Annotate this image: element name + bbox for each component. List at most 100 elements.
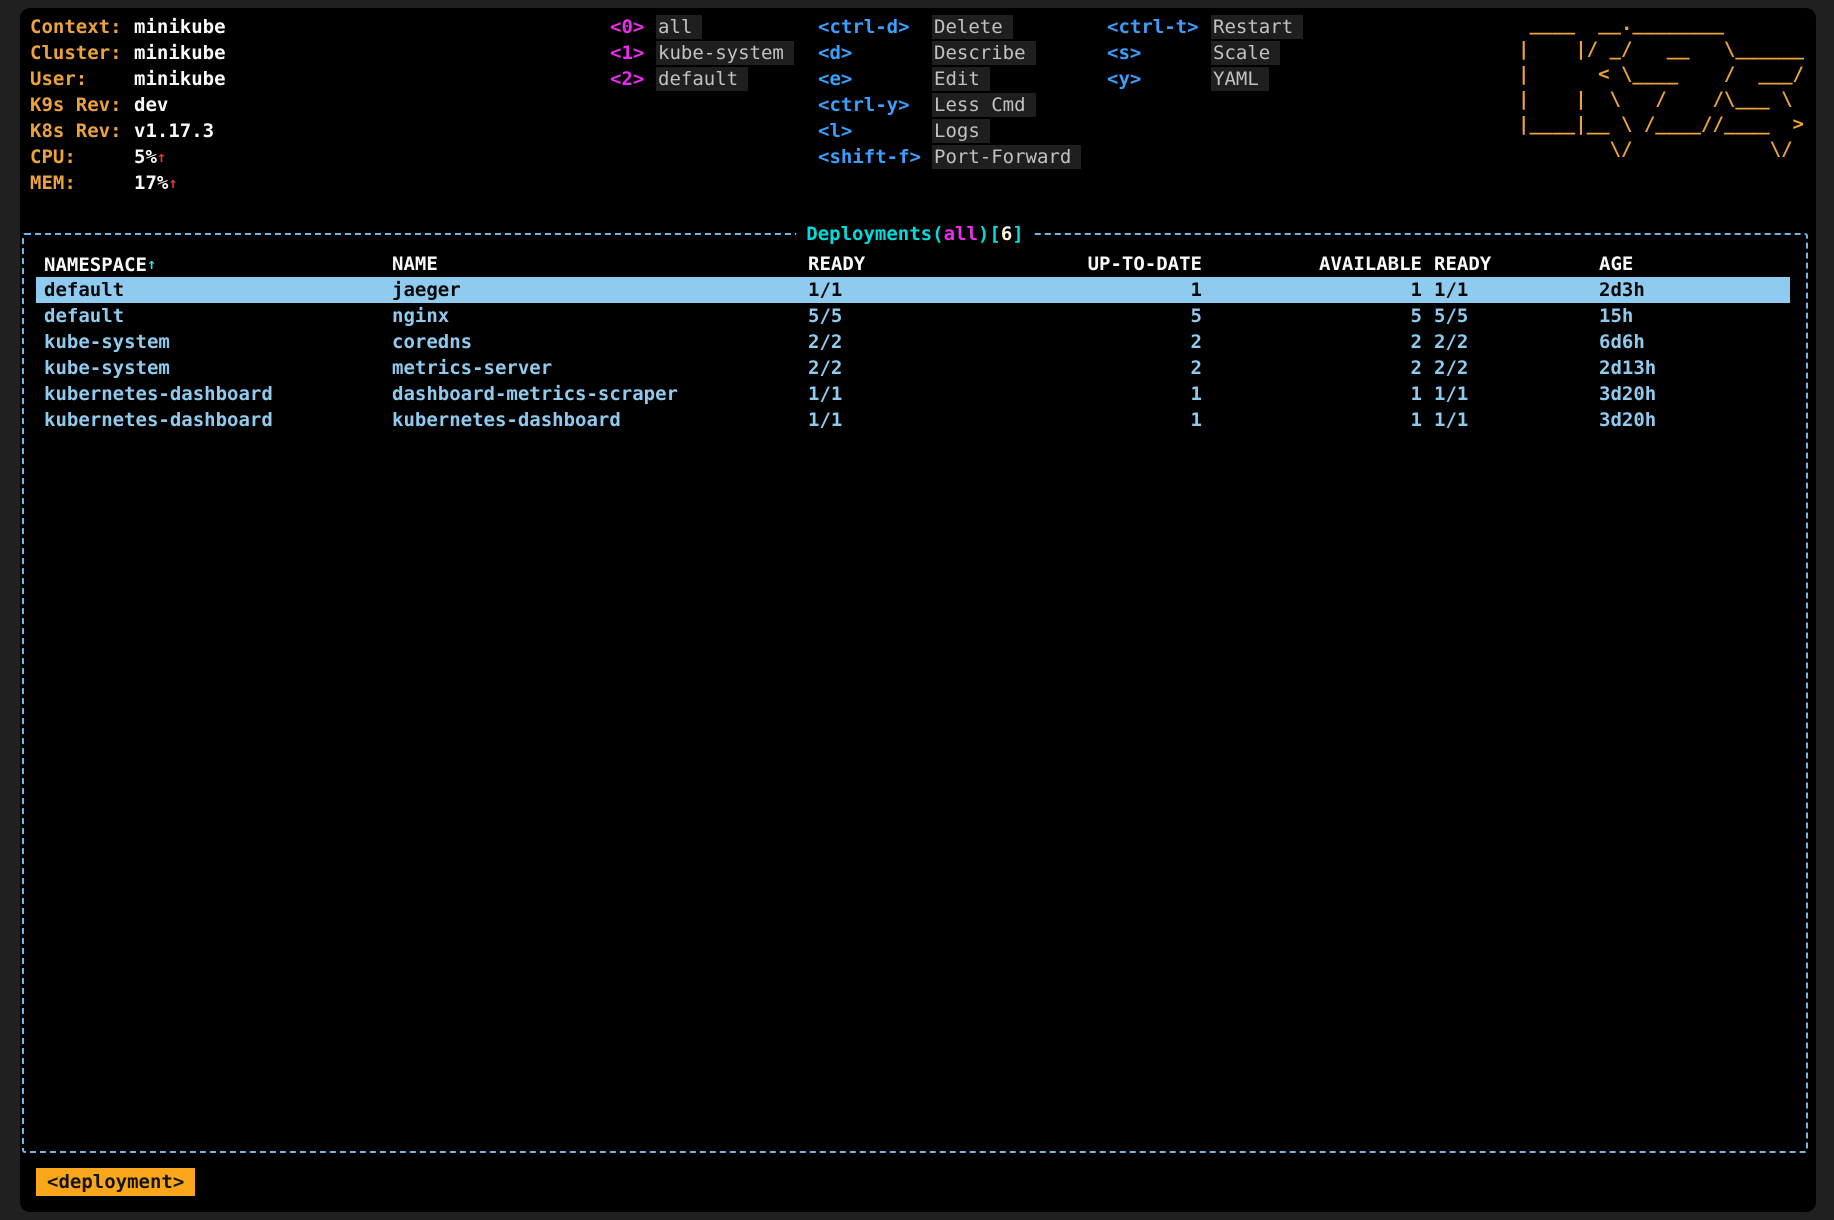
shortcut-logs: <l>Logs (818, 118, 1081, 144)
info-row-cpu: CPU:5%↑ (30, 144, 226, 170)
cell-name: jaeger (392, 277, 808, 303)
cell-available: 5 (1202, 303, 1422, 329)
hotkey: <shift-f> (818, 144, 932, 170)
cell-available: 2 (1202, 355, 1422, 381)
logo-line: | |/ _/ __ \______ (1518, 37, 1804, 62)
cell-ready-2: 2/2 (1422, 355, 1599, 381)
cell-age: 3d20h (1599, 381, 1790, 407)
title-punct: [ (989, 223, 1000, 245)
column-header-age[interactable]: AGE (1599, 251, 1790, 277)
info-value: dev (134, 94, 168, 116)
column-header-ready-2[interactable]: READY (1422, 251, 1599, 277)
shortcut-label: Logs (932, 119, 990, 143)
hotkey: <ctrl-d> (818, 14, 932, 40)
cell-ready-2: 1/1 (1422, 277, 1599, 303)
table-row[interactable]: kubernetes-dashboard kubernetes-dashboar… (36, 407, 1790, 433)
cluster-info-panel: Context:minikube Cluster:minikube User:m… (30, 14, 226, 196)
table-row[interactable]: default nginx 5/5 5 5 5/5 15h (36, 303, 1790, 329)
table-header-row: NAMESPACE↑ NAME READY UP-TO-DATE AVAILAB… (36, 251, 1790, 277)
cell-age: 3d20h (1599, 407, 1790, 433)
logo-line: ____ __.________ (1518, 12, 1804, 37)
cell-age: 2d3h (1599, 277, 1790, 303)
title-punct: ( (932, 223, 943, 245)
namespace-hotkeys-panel: <0>all <1>kube-system <2>default (610, 14, 794, 92)
shortcut-edit: <e>Edit (818, 66, 1081, 92)
shortcut-describe: <d>Describe (818, 40, 1081, 66)
table-row[interactable]: default jaeger 1/1 1 1 1/1 2d3h (36, 277, 1790, 303)
cell-name: kubernetes-dashboard (392, 407, 808, 433)
shortcut-yaml: <y>YAML (1107, 66, 1303, 92)
cell-name: dashboard-metrics-scraper (392, 381, 808, 407)
hotkey: <ctrl-y> (818, 92, 932, 118)
cell-ready-2: 1/1 (1422, 407, 1599, 433)
cell-namespace: kube-system (44, 329, 392, 355)
shortcut-label: Less Cmd (932, 93, 1036, 117)
info-label: Context: (30, 14, 134, 40)
shortcut-delete: <ctrl-d>Delete (818, 14, 1081, 40)
table-row[interactable]: kube-system coredns 2/2 2 2 2/2 6d6h (36, 329, 1790, 355)
cell-name: nginx (392, 303, 808, 329)
info-label: CPU: (30, 144, 134, 170)
shortcut-label: Scale (1211, 41, 1280, 65)
logo-line: | < \____ / ___/ (1518, 62, 1804, 87)
deployments-table: Deployments(all)[6] NAMESPACE↑ NAME READ… (22, 233, 1808, 1153)
info-value: minikube (134, 68, 226, 90)
info-value: 17% (134, 172, 168, 194)
logo-line: \/ \/ (1518, 137, 1804, 162)
info-row-mem: MEM:17%↑ (30, 170, 226, 196)
logo-line: | | \ / /\___ \ (1518, 87, 1804, 112)
shortcut-label: Restart (1211, 15, 1303, 39)
breadcrumb-deployment[interactable]: <deployment> (36, 1168, 195, 1196)
shortcut-label: Port-Forward (932, 145, 1081, 169)
info-row-user: User:minikube (30, 66, 226, 92)
cell-ready: 5/5 (808, 303, 1087, 329)
column-header-name[interactable]: NAME (392, 251, 808, 277)
column-header-available[interactable]: AVAILABLE (1202, 251, 1422, 277)
hotkey: <l> (818, 118, 932, 144)
column-header-up-to-date[interactable]: UP-TO-DATE (1087, 251, 1202, 277)
cell-up-to-date: 1 (1087, 381, 1202, 407)
hotkey: <s> (1107, 40, 1211, 66)
column-header-ready[interactable]: READY (808, 251, 1087, 277)
cpu-trend-up-icon: ↑ (157, 148, 166, 166)
cell-ready: 1/1 (808, 381, 1087, 407)
title-resource: Deployments (806, 223, 932, 245)
title-punct: ] (1012, 223, 1023, 245)
shortcut-label: Delete (932, 15, 1013, 39)
cell-available: 1 (1202, 407, 1422, 433)
cell-up-to-date: 5 (1087, 303, 1202, 329)
table-row[interactable]: kubernetes-dashboard dashboard-metrics-s… (36, 381, 1790, 407)
info-label: K9s Rev: (30, 92, 134, 118)
title-punct: ) (978, 223, 989, 245)
table-row[interactable]: kube-system metrics-server 2/2 2 2 2/2 2… (36, 355, 1790, 381)
cell-namespace: kubernetes-dashboard (44, 407, 392, 433)
cell-name: coredns (392, 329, 808, 355)
cell-namespace: kube-system (44, 355, 392, 381)
cell-name: metrics-server (392, 355, 808, 381)
sort-ascending-icon: ↑ (147, 255, 156, 273)
namespace-item-kube-system: <1>kube-system (610, 40, 794, 66)
shortcut-label: YAML (1211, 67, 1269, 91)
column-header-namespace[interactable]: NAMESPACE↑ (44, 251, 392, 278)
cell-age: 15h (1599, 303, 1790, 329)
namespace-label: kube-system (656, 41, 794, 65)
cell-available: 1 (1202, 381, 1422, 407)
hotkey: <2> (610, 66, 656, 92)
info-value: minikube (134, 16, 226, 38)
namespace-label: default (656, 67, 748, 91)
info-label: MEM: (30, 170, 134, 196)
info-value: 5% (134, 146, 157, 168)
shortcuts-panel-2: <ctrl-t>Restart <s>Scale <y>YAML (1107, 14, 1303, 92)
k9s-logo: ____ __.________ | |/ _/ __ \______ | < … (1518, 12, 1804, 162)
cell-up-to-date: 2 (1087, 355, 1202, 381)
info-label: Cluster: (30, 40, 134, 66)
info-label: K8s Rev: (30, 118, 134, 144)
cell-up-to-date: 1 (1087, 407, 1202, 433)
shortcut-port-forward: <shift-f>Port-Forward (818, 144, 1081, 170)
logo-line: |____|__ \ /____//____ > (1518, 112, 1804, 137)
hotkey: <e> (818, 66, 932, 92)
hotkey: <y> (1107, 66, 1211, 92)
title-count: 6 (1001, 223, 1012, 245)
cell-age: 2d13h (1599, 355, 1790, 381)
k9s-terminal: Context:minikube Cluster:minikube User:m… (20, 8, 1816, 1212)
